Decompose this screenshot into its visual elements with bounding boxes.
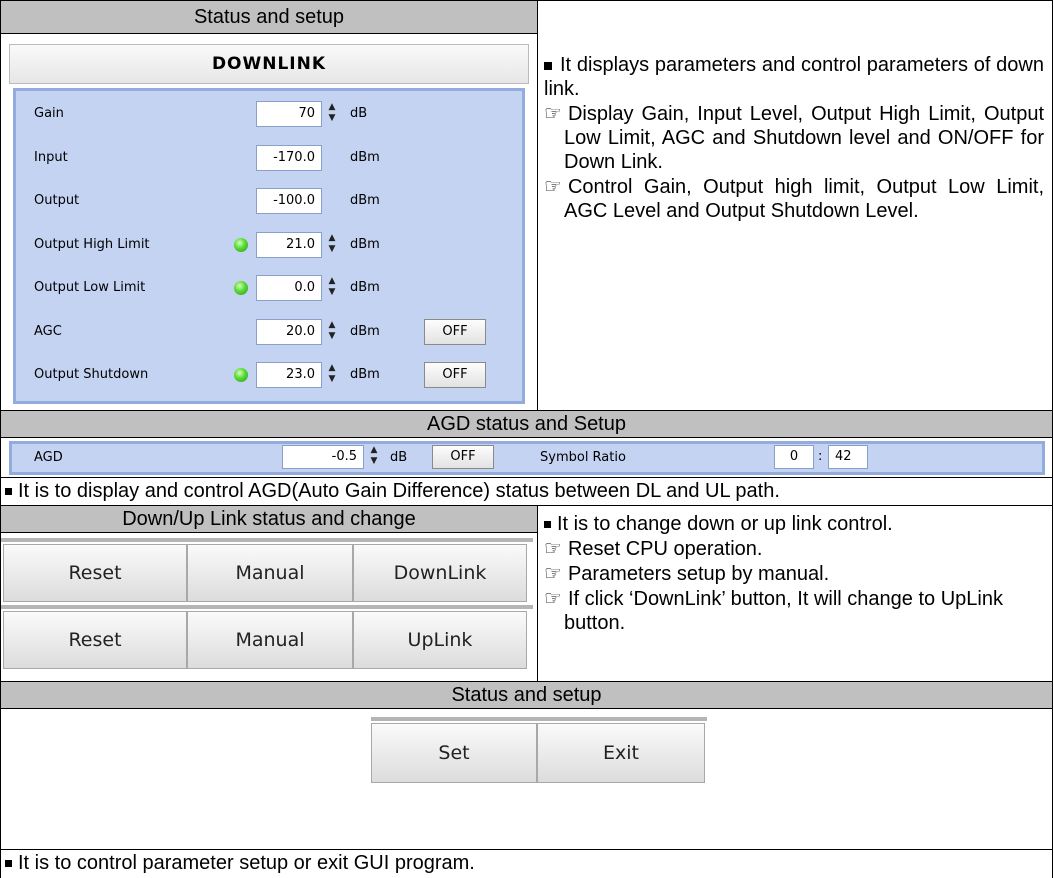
green-led-icon bbox=[234, 281, 248, 295]
spinner-arrows-icon[interactable]: ▲ ▼ bbox=[368, 445, 380, 469]
downlink-button[interactable]: DownLink bbox=[353, 544, 527, 602]
downlink-row: Output Shutdown 23.0 ▲ ▼ dBm OFF bbox=[16, 360, 516, 390]
spinner-arrows-icon[interactable]: ▲ ▼ bbox=[326, 233, 338, 257]
pointing-hand-icon: ☞ bbox=[544, 586, 562, 610]
symbol-ratio-separator: : bbox=[818, 449, 823, 464]
downlink-row: AGC 20.0 ▲ ▼ dBm OFF bbox=[16, 317, 516, 347]
downlink-row: Output -100.0 dBm bbox=[16, 186, 516, 216]
pointing-hand-icon: ☞ bbox=[544, 101, 562, 125]
agd-unit: dB bbox=[390, 450, 408, 465]
agd-value-field[interactable]: -0.5 bbox=[282, 445, 364, 469]
downlink-row-label: Output High Limit bbox=[34, 236, 150, 252]
green-led-icon bbox=[234, 368, 248, 382]
black-square-bullet-icon bbox=[5, 488, 12, 496]
link-panel-cell: Reset Manual DownLink Reset Manual UpLin… bbox=[0, 532, 538, 682]
downlink-panel-body: Gain 70 ▲ ▼ dB Input -170.0 dBm Output -100.0 dBm O… bbox=[13, 88, 525, 404]
downlink-row-label: Output Low Limit bbox=[34, 280, 146, 295]
uplink-button[interactable]: UpLink bbox=[353, 611, 527, 669]
spinner-arrows-icon[interactable]: ▲ ▼ bbox=[326, 363, 338, 387]
downlink-off-button[interactable]: OFF bbox=[424, 362, 486, 388]
downlink-value-field[interactable]: -100.0 bbox=[256, 188, 322, 214]
downlink-row-label: AGC bbox=[34, 323, 62, 339]
downlink-value-field[interactable]: 20.0 bbox=[256, 318, 322, 345]
section-header-link: Down/Up Link status and change bbox=[0, 505, 538, 533]
downlink-unit: dBm bbox=[350, 149, 380, 165]
set-button[interactable]: Set bbox=[371, 723, 537, 783]
black-square-bullet-icon bbox=[544, 521, 551, 529]
downlink-value-field[interactable]: -170.0 bbox=[256, 144, 322, 171]
divider bbox=[371, 717, 707, 721]
downlink-desc-item: ☞ Display Gain, Input Level, Output High … bbox=[544, 101, 1044, 173]
black-square-bullet-icon bbox=[5, 860, 12, 868]
spinner-arrows-icon[interactable]: ▲ ▼ bbox=[326, 276, 338, 300]
pointing-hand-icon: ☞ bbox=[544, 536, 562, 560]
downlink-row: Input -170.0 dBm bbox=[16, 143, 516, 173]
downlink-description: It displays parameters and control param… bbox=[544, 53, 1044, 223]
final-description: It is to control parameter setup or exit… bbox=[0, 849, 1053, 878]
pointing-hand-icon: ☞ bbox=[544, 174, 562, 198]
downlink-row-label: Output Shutdown bbox=[34, 367, 149, 382]
downlink-row-label: Output bbox=[34, 193, 80, 208]
downlink-unit: dBm bbox=[350, 193, 380, 208]
link-description: It is to change down or up link control.… bbox=[544, 512, 1048, 635]
agd-label: AGD bbox=[34, 450, 63, 465]
downlink-row: Output Low Limit 0.0 ▲ ▼ dBm bbox=[16, 273, 516, 303]
manual-button[interactable]: Manual bbox=[187, 611, 353, 669]
exit-button[interactable]: Exit bbox=[537, 723, 705, 783]
spinner-arrows-icon[interactable]: ▲ ▼ bbox=[326, 102, 338, 126]
section-title: Status and setup bbox=[193, 6, 345, 28]
link-description-cell: It is to change down or up link control.… bbox=[537, 505, 1053, 682]
link-intro: It is to change down or up link control. bbox=[544, 512, 1048, 536]
downlink-value-field[interactable]: 23.0 bbox=[256, 362, 322, 388]
section-header-agd: AGD status and Setup bbox=[0, 410, 1053, 438]
downlink-unit: dBm bbox=[350, 236, 380, 252]
symbol-ratio-b-field[interactable]: 42 bbox=[828, 445, 868, 469]
agd-off-button[interactable]: OFF bbox=[432, 445, 494, 469]
downlink-unit: dBm bbox=[350, 323, 380, 339]
downlink-panel-title: DOWNLINK bbox=[9, 44, 529, 84]
reset-button[interactable]: Reset bbox=[3, 544, 187, 602]
divider bbox=[1, 605, 533, 609]
downlink-unit: dB bbox=[350, 106, 368, 121]
reset-button[interactable]: Reset bbox=[3, 611, 187, 669]
link-desc-item: ☞ If click ‘DownLink’ button, It will cha… bbox=[544, 586, 1003, 634]
downlink-description-cell: It displays parameters and control param… bbox=[537, 0, 1053, 411]
divider bbox=[1, 538, 533, 542]
downlink-value-field[interactable]: 21.0 bbox=[256, 231, 322, 258]
section-header-status-setup: Status and setup bbox=[0, 0, 538, 34]
spinner-arrows-icon[interactable]: ▲ ▼ bbox=[326, 320, 338, 344]
downlink-off-button[interactable]: OFF bbox=[424, 318, 486, 345]
downlink-value-field[interactable]: 0.0 bbox=[256, 275, 322, 301]
green-led-icon bbox=[234, 237, 248, 252]
symbol-ratio-a-field[interactable]: 0 bbox=[774, 445, 814, 469]
downlink-value-field[interactable]: 70 bbox=[256, 101, 322, 127]
set-exit-cell: Set Exit bbox=[0, 708, 1053, 850]
downlink-desc-item: ☞ Control Gain, Output high limit, Output… bbox=[544, 174, 1044, 222]
link-desc-item: ☞ Reset CPU operation. bbox=[544, 536, 763, 560]
agd-description: It is to display and control AGD(Auto Ga… bbox=[0, 477, 1053, 506]
downlink-unit: dBm bbox=[350, 367, 380, 382]
downlink-row-label: Gain bbox=[34, 106, 64, 121]
downlink-panel-cell: DOWNLINK Gain 70 ▲ ▼ dB Input -170.0 dBm Output -… bbox=[0, 33, 538, 411]
manual-button[interactable]: Manual bbox=[187, 544, 353, 602]
link-desc-item: ☞ Parameters setup by manual. bbox=[544, 561, 830, 585]
agd-panel-cell: AGD -0.5 ▲ ▼ dB OFF Symbol Ratio 0 : 42 bbox=[0, 437, 1053, 478]
section-header-status-setup-2: Status and setup bbox=[0, 681, 1053, 709]
downlink-row: Output High Limit 21.0 ▲ ▼ dBm bbox=[16, 230, 516, 260]
downlink-row-label: Input bbox=[34, 149, 68, 165]
symbol-ratio-label: Symbol Ratio bbox=[540, 450, 626, 465]
black-square-bullet-icon bbox=[544, 61, 552, 70]
downlink-row: Gain 70 ▲ ▼ dB bbox=[16, 99, 516, 129]
downlink-intro: It displays parameters and control param… bbox=[544, 54, 1044, 100]
pointing-hand-icon: ☞ bbox=[544, 561, 562, 585]
agd-bar: AGD -0.5 ▲ ▼ dB OFF Symbol Ratio 0 : 42 bbox=[9, 441, 1045, 475]
downlink-unit: dBm bbox=[350, 280, 380, 295]
